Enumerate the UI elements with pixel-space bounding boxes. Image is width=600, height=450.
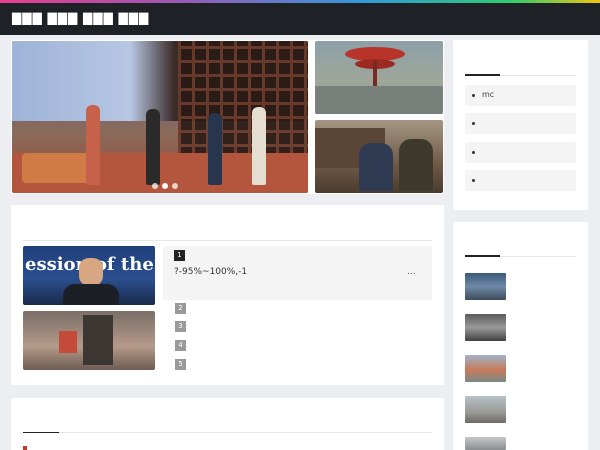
slide-dot[interactable] bbox=[172, 183, 178, 189]
villager bbox=[399, 139, 433, 191]
sidebar-thumb[interactable] bbox=[465, 273, 506, 300]
sidebar-thumb[interactable] bbox=[465, 437, 506, 450]
slide-dot-active[interactable] bbox=[162, 183, 168, 189]
sidebar-list-item[interactable] bbox=[465, 113, 576, 134]
hero-photo-plaza[interactable] bbox=[315, 41, 443, 114]
plaza-ground bbox=[315, 86, 443, 114]
bullet-icon bbox=[472, 94, 475, 97]
shop-door bbox=[83, 315, 113, 365]
slide-dot[interactable] bbox=[152, 183, 158, 189]
news-thumb-shop[interactable] bbox=[23, 311, 155, 370]
stage-lattice bbox=[178, 41, 308, 161]
rank-number: 5 bbox=[175, 359, 186, 370]
sidebar-item-label: mc bbox=[482, 90, 495, 99]
section-heading-underline bbox=[465, 255, 500, 257]
section-heading-underline bbox=[465, 74, 500, 76]
villager bbox=[359, 143, 393, 191]
figure bbox=[208, 113, 222, 185]
rank-number: 1 bbox=[174, 250, 185, 261]
rank-number: 3 bbox=[175, 321, 186, 332]
more-link[interactable]: ... bbox=[407, 267, 416, 277]
bottom-card bbox=[11, 398, 444, 450]
site-title[interactable]: ▇▇▇ ▇▇▇ ▇▇▇ ▇▇▇ bbox=[12, 11, 149, 25]
section-divider bbox=[23, 240, 432, 241]
figure bbox=[86, 105, 100, 185]
hero-photo-village[interactable] bbox=[315, 120, 443, 193]
bullet-icon bbox=[472, 122, 475, 125]
rank-number: 4 bbox=[175, 340, 186, 351]
bullet-icon bbox=[472, 179, 475, 182]
bottom-accent-mark bbox=[23, 446, 27, 450]
bullet-icon bbox=[472, 151, 475, 154]
section-heading-underline bbox=[23, 432, 59, 433]
sidebar-thumb[interactable] bbox=[465, 355, 506, 382]
shop-item bbox=[59, 331, 77, 353]
figure bbox=[252, 107, 266, 185]
speaker-body bbox=[63, 284, 119, 305]
speaker-head bbox=[79, 258, 103, 286]
rank-number: 2 bbox=[175, 303, 186, 314]
figure bbox=[146, 109, 160, 185]
top-bar: ▇▇▇ ▇▇▇ ▇▇▇ ▇▇▇ bbox=[0, 3, 600, 35]
ranking-item-title[interactable]: ?-95%~100%,-1 bbox=[174, 267, 247, 277]
hero-photo-stage[interactable] bbox=[12, 41, 308, 193]
news-thumb-press[interactable]: ession of the bbox=[23, 246, 155, 305]
sidebar-thumb[interactable] bbox=[465, 396, 506, 423]
sidebar-list-item[interactable] bbox=[465, 142, 576, 163]
sidebar-list-item[interactable] bbox=[465, 170, 576, 191]
section-divider bbox=[23, 432, 432, 433]
sidebar-thumb[interactable] bbox=[465, 314, 506, 341]
sidebar-list-item[interactable]: mc bbox=[465, 85, 576, 106]
stage-sofa bbox=[22, 153, 92, 183]
